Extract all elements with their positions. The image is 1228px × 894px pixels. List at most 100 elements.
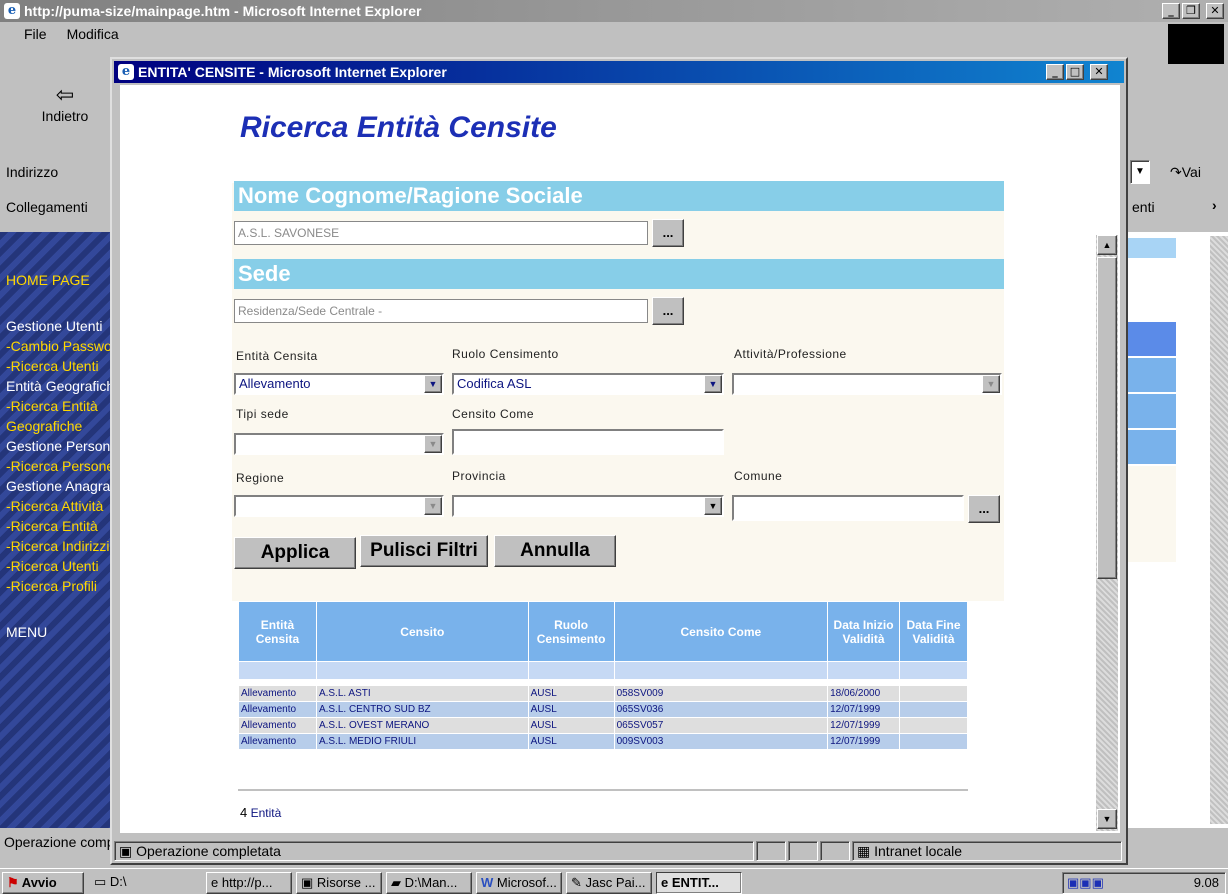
col-censito-come[interactable]: Censito Come [613, 601, 829, 662]
col-ruolo[interactable]: Ruolo Censimento [527, 601, 615, 662]
cell-data-fine [899, 717, 968, 734]
close-icon[interactable]: ✕ [1206, 3, 1224, 19]
task-label: ENTIT... [671, 875, 719, 890]
windows-flag-icon: ⚑ [7, 875, 19, 890]
inner-title-bar: e ENTITA' CENSITE - Microsoft Internet E… [114, 61, 1124, 83]
menu-modifica[interactable]: Modifica [67, 26, 119, 42]
apply-button[interactable]: Applica [234, 537, 356, 569]
task-button[interactable]: ✎ Jasc Pai... [566, 872, 652, 894]
sidebar-item[interactable]: -Ricerca Profili [6, 578, 116, 594]
blank-cell [238, 661, 317, 680]
task-button[interactable]: e http://p... [206, 872, 292, 894]
scroll-up-icon[interactable]: ▲ [1097, 235, 1117, 255]
label-attivita: Attività/Professione [734, 347, 847, 361]
inner-window-title: ENTITA' CENSITE - Microsoft Internet Exp… [138, 64, 447, 80]
chevron-down-icon[interactable]: ▼ [704, 497, 722, 515]
cell-censito[interactable]: A.S.L. OVEST MERANO [315, 717, 529, 734]
provincia-select[interactable]: ▼ [452, 495, 724, 517]
go-button[interactable]: ↷Vai [1170, 164, 1201, 181]
sidebar-item[interactable]: -Ricerca Entità [6, 518, 116, 534]
entita-select[interactable]: Allevamento ▼ [234, 373, 444, 395]
close-icon[interactable]: ✕ [1090, 64, 1108, 80]
chevron-right-icon[interactable]: › [1212, 197, 1217, 213]
label-provincia: Provincia [452, 469, 506, 483]
content-block [1128, 322, 1176, 356]
col-entita[interactable]: Entità Censita [238, 601, 317, 662]
outer-title-bar: e http://puma-size/mainpage.htm - Micros… [0, 0, 1228, 22]
status-cell [820, 841, 850, 861]
minimize-icon[interactable]: _ [1046, 64, 1064, 80]
ie-icon: e [4, 3, 20, 19]
clear-filters-button[interactable]: Pulisci Filtri [360, 535, 488, 567]
task-button[interactable]: ▰ D:\Man... [386, 872, 472, 894]
sidebar-item[interactable]: -Ricerca Attività [6, 498, 116, 514]
site-browse-button[interactable]: ... [652, 297, 684, 325]
links-label: Collegamenti [6, 199, 88, 215]
chevron-down-icon[interactable]: ▼ [424, 375, 442, 393]
task-button[interactable]: ▣ Risorse ... [296, 872, 382, 894]
chevron-down-icon[interactable]: ▼ [424, 435, 442, 453]
cell-censito[interactable]: A.S.L. CENTRO SUD BZ [315, 701, 529, 718]
sidebar-item[interactable]: -Ricerca Persone [6, 458, 116, 474]
result-count: 4 Entità [240, 805, 281, 820]
tipi-sede-select[interactable]: ▼ [234, 433, 444, 455]
label-entita: Entità Censita [236, 349, 318, 363]
tray-icons[interactable]: ▣▣▣ [1067, 875, 1104, 890]
restore-icon[interactable]: ❐ [1182, 3, 1200, 19]
scroll-thumb[interactable] [1097, 257, 1117, 579]
table-row[interactable]: Allevamento A.S.L. ASTI AUSL 058SV009 18… [238, 685, 968, 702]
page-title: Ricerca Entità Censite [240, 111, 557, 144]
sidebar-home[interactable]: HOME PAGE [6, 272, 116, 288]
comune-browse-button[interactable]: ... [968, 495, 1000, 523]
start-button[interactable]: ⚑ Avvio [2, 872, 84, 894]
cell-entita: Allevamento [238, 685, 317, 702]
back-button[interactable]: ⇦ Indietro [20, 82, 110, 142]
table-row[interactable]: Allevamento A.S.L. MEDIO FRIULI AUSL 009… [238, 733, 968, 750]
chevron-down-icon[interactable]: ▼ [982, 375, 1000, 393]
sidebar-item[interactable]: -Ricerca Utenti [6, 358, 116, 374]
comune-input[interactable] [732, 495, 964, 521]
cancel-button[interactable]: Annulla [494, 535, 616, 567]
col-data-inizio[interactable]: Data Inizio Validità [827, 601, 901, 662]
results-table: Entità Censita Censito Ruolo Censimento … [238, 601, 968, 750]
outer-vertical-scrollbar[interactable] [1210, 236, 1228, 824]
back-label: Indietro [41, 108, 89, 124]
task-button[interactable]: W Microsof... [476, 872, 562, 894]
task-button-active[interactable]: e ENTIT... [656, 872, 742, 894]
col-data-fine[interactable]: Data Fine Validità [899, 601, 968, 662]
cell-entita: Allevamento [238, 717, 317, 734]
site-field[interactable]: Residenza/Sede Centrale - [234, 299, 648, 323]
intranet-icon: ▦ [857, 843, 875, 859]
table-row[interactable]: Allevamento A.S.L. CENTRO SUD BZ AUSL 06… [238, 701, 968, 718]
address-dropdown-icon[interactable]: ▼ [1130, 160, 1150, 184]
cell-censito[interactable]: A.S.L. MEDIO FRIULI [315, 733, 529, 750]
regione-select[interactable]: ▼ [234, 495, 444, 517]
quick-launch-drive[interactable]: ▭ D:\ [90, 872, 190, 894]
ruolo-select[interactable]: Codifica ASL ▼ [452, 373, 724, 395]
name-field[interactable]: A.S.L. SAVONESE [234, 221, 648, 245]
label-tipi-sede: Tipi sede [236, 407, 289, 421]
cell-censito[interactable]: A.S.L. ASTI [315, 685, 529, 702]
chevron-down-icon[interactable]: ▼ [704, 375, 722, 393]
inner-vertical-scrollbar[interactable]: ▲ ▼ [1096, 235, 1118, 831]
zone-indicator: ▦ Intranet locale [852, 841, 1122, 861]
cell-data-fine [899, 701, 968, 718]
sidebar-item[interactable]: -Cambio Password [6, 338, 116, 354]
chevron-down-icon[interactable]: ▼ [424, 497, 442, 515]
sidebar-item[interactable]: -Ricerca Utenti [6, 558, 116, 574]
sidebar-item[interactable]: -Ricerca Entità [6, 398, 116, 414]
outer-window-title: http://puma-size/mainpage.htm - Microsof… [24, 3, 422, 19]
attivita-select[interactable]: ▼ [732, 373, 1002, 395]
word-icon: W [481, 875, 494, 890]
sidebar-item[interactable]: Geografiche [6, 418, 116, 434]
scroll-down-icon[interactable]: ▼ [1097, 809, 1117, 829]
minimize-icon[interactable]: _ [1162, 3, 1180, 19]
col-censito[interactable]: Censito [315, 601, 529, 662]
table-row[interactable]: Allevamento A.S.L. OVEST MERANO AUSL 065… [238, 717, 968, 734]
name-browse-button[interactable]: ... [652, 219, 684, 247]
menu-file[interactable]: File [24, 26, 47, 42]
cell-censito-come: 065SV057 [613, 717, 829, 734]
sidebar-item[interactable]: -Ricerca Indirizzi [6, 538, 116, 554]
maximize-icon[interactable]: □ [1066, 64, 1084, 80]
censito-come-input[interactable] [452, 429, 724, 455]
